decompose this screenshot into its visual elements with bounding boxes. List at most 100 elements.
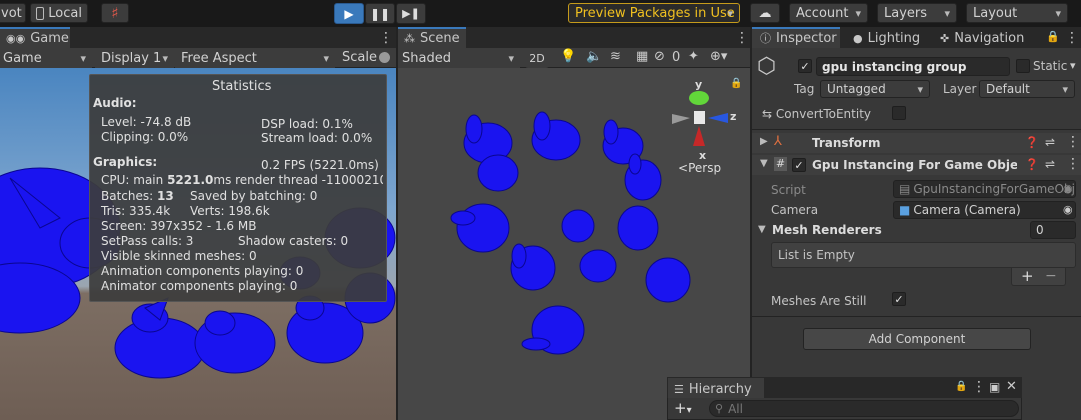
audio-clipping: Clipping: 0.0% — [101, 130, 189, 144]
aspect-dropdown[interactable]: Free Aspect — [175, 48, 335, 68]
list-add-button[interactable]: + — [1021, 267, 1034, 285]
game-tab-label: ◉◉ Game — [6, 30, 69, 46]
component-foldout-icon[interactable]: ▼ — [760, 158, 768, 169]
search-icon: ⚲ — [715, 402, 724, 415]
play-button[interactable]: ▶ — [334, 3, 364, 24]
tag-dropdown[interactable]: Untagged — [820, 80, 930, 98]
tools-icon[interactable]: ✦ — [688, 49, 699, 64]
tag-label: Tag — [794, 82, 815, 96]
hierarchy-search-input[interactable]: ⚲ All — [709, 400, 1019, 417]
static-label[interactable]: Static — [1033, 59, 1067, 73]
audio-level: Level: -74.8 dB — [101, 115, 192, 129]
convert-to-entity-checkbox[interactable] — [892, 106, 906, 120]
audio-icon[interactable]: 🔈 — [586, 49, 602, 64]
effects-icon[interactable]: ≋ — [610, 49, 621, 64]
cpu-time: CPU: main 5221.0ms render thread -110002… — [101, 173, 383, 187]
move-tool-button[interactable]: ♯ — [101, 3, 129, 23]
gamepad-icon: ◉◉ — [6, 31, 26, 45]
gizmos-dropdown[interactable]: ⊕▾ — [710, 49, 727, 64]
play-icon: ▶ — [344, 6, 354, 21]
static-checkbox[interactable] — [1016, 59, 1030, 73]
graphics-header: Graphics: — [93, 155, 158, 169]
static-dropdown-icon[interactable]: ▾ — [1070, 59, 1076, 72]
meshes-still-checkbox[interactable]: ✓ — [892, 292, 906, 306]
persp-label[interactable]: <Persp — [678, 161, 721, 175]
lighting-tab[interactable]: ● Lighting — [853, 28, 920, 48]
local-button[interactable]: Local — [30, 3, 88, 23]
scene-kebab-icon[interactable]: ⋮ — [735, 30, 749, 46]
hidden-count: 0 — [672, 50, 681, 65]
transform-kebab-icon[interactable]: ⋮ — [1066, 134, 1080, 150]
camera-picker-icon[interactable]: ◉ — [1063, 203, 1073, 216]
scale-label: Scale — [342, 50, 377, 65]
hierarchy-lock-icon[interactable]: 🔒 — [955, 381, 967, 392]
active-checkbox[interactable]: ✓ — [798, 59, 812, 73]
transform-foldout-icon[interactable]: ▶ — [760, 136, 768, 147]
account-dropdown[interactable]: Account — [789, 3, 868, 23]
scene-tab-label: ⁂ Scene — [404, 30, 460, 46]
script-picker-icon[interactable]: ◉ — [1063, 182, 1073, 195]
inspector-kebab-icon[interactable]: ⋮ — [1065, 30, 1079, 46]
shading-dropdown[interactable]: Shaded — [398, 48, 520, 68]
script-icon: # — [774, 157, 787, 171]
visibility-icon[interactable]: ⊘ — [654, 49, 665, 64]
mode-2d-button[interactable]: 2D — [525, 48, 549, 68]
lock-icon[interactable]: 🔒 — [730, 78, 742, 89]
gizmo-z-label: z — [730, 110, 737, 123]
component-settings-icon[interactable]: ⇌ — [1045, 157, 1055, 171]
script-field: ▤ GpuInstancingForGameObj — [893, 180, 1076, 198]
camera-field[interactable]: ■ Camera (Camera) — [893, 201, 1076, 219]
global-icon — [36, 6, 45, 20]
inspector-lock-icon[interactable]: 🔒 — [1046, 30, 1060, 43]
transform-help-icon[interactable]: ❓ — [1025, 136, 1039, 149]
script-label: Script — [771, 183, 806, 197]
step-button[interactable]: ▶❚ — [396, 3, 426, 24]
object-name-field[interactable]: gpu instancing group — [816, 57, 1010, 76]
game-mode-dropdown[interactable]: Game — [0, 48, 92, 68]
preview-packages-dropdown[interactable]: Preview Packages in Use — [568, 3, 740, 23]
cloud-button[interactable]: ☁ — [750, 3, 780, 23]
layers-dropdown[interactable]: Layers — [877, 3, 957, 23]
animation-components: Animation components playing: 0 — [101, 264, 304, 278]
visible-skinned-meshes: Visible skinned meshes: 0 — [101, 249, 257, 263]
gizmo-y-label: y — [695, 78, 703, 91]
convert-icon: ⇆ — [762, 107, 773, 121]
list-empty-label: List is Empty — [778, 248, 855, 262]
layout-dropdown[interactable]: Layout — [966, 3, 1068, 23]
camera-label: Camera — [771, 203, 819, 217]
hierarchy-tab-label: ☰ Hierarchy — [674, 381, 752, 397]
game-kebab-icon[interactable]: ⋮ — [379, 30, 393, 46]
light-icon[interactable]: 💡 — [560, 49, 576, 64]
layer-label: Layer — [943, 82, 977, 96]
lighting-icon: ● — [853, 31, 863, 45]
meshes-still-label: Meshes Are Still — [771, 294, 867, 308]
close-icon[interactable]: ✕ — [1006, 379, 1017, 394]
step-icon: ▶❚ — [402, 7, 420, 20]
inspector-divider — [752, 129, 1081, 130]
layer-dropdown[interactable]: Default — [979, 80, 1075, 98]
pause-button[interactable]: ❚❚ — [365, 3, 395, 24]
component-kebab-icon[interactable]: ⋮ — [1066, 156, 1080, 172]
batches: Batches: 13 — [101, 189, 174, 203]
audio-header: Audio: — [93, 96, 137, 110]
component-help-icon[interactable]: ❓ — [1025, 158, 1039, 171]
transform-settings-icon[interactable]: ⇌ — [1045, 135, 1055, 149]
camera-icon: ■ — [899, 203, 911, 217]
script-field-icon: ▤ — [899, 182, 911, 196]
navigation-tab[interactable]: ✜ Navigation — [940, 28, 1024, 48]
saved-by-batching: Saved by batching: 0 — [190, 189, 318, 203]
display-dropdown[interactable]: Display 1 — [95, 48, 174, 68]
hierarchy-add-button[interactable]: +▾ — [674, 399, 692, 417]
component-enabled-checkbox[interactable]: ✓ — [792, 158, 806, 172]
pause-icon: ❚❚ — [369, 6, 391, 21]
hierarchy-kebab-icon[interactable]: ⋮ — [972, 379, 986, 395]
mesh-renderers-count[interactable]: 0 — [1030, 221, 1076, 239]
add-component-button[interactable]: Add Component — [803, 328, 1031, 350]
mesh-renderers-foldout-icon[interactable]: ▼ — [758, 224, 766, 235]
scale-slider-handle[interactable] — [379, 52, 390, 63]
move-icon: ♯ — [111, 4, 119, 22]
list-remove-button[interactable]: − — [1045, 268, 1057, 284]
pivot-button[interactable]: vot — [0, 3, 26, 23]
gizmo-grid-icon[interactable]: ▦ — [636, 49, 648, 64]
maximize-icon[interactable]: ▣ — [989, 380, 1000, 394]
